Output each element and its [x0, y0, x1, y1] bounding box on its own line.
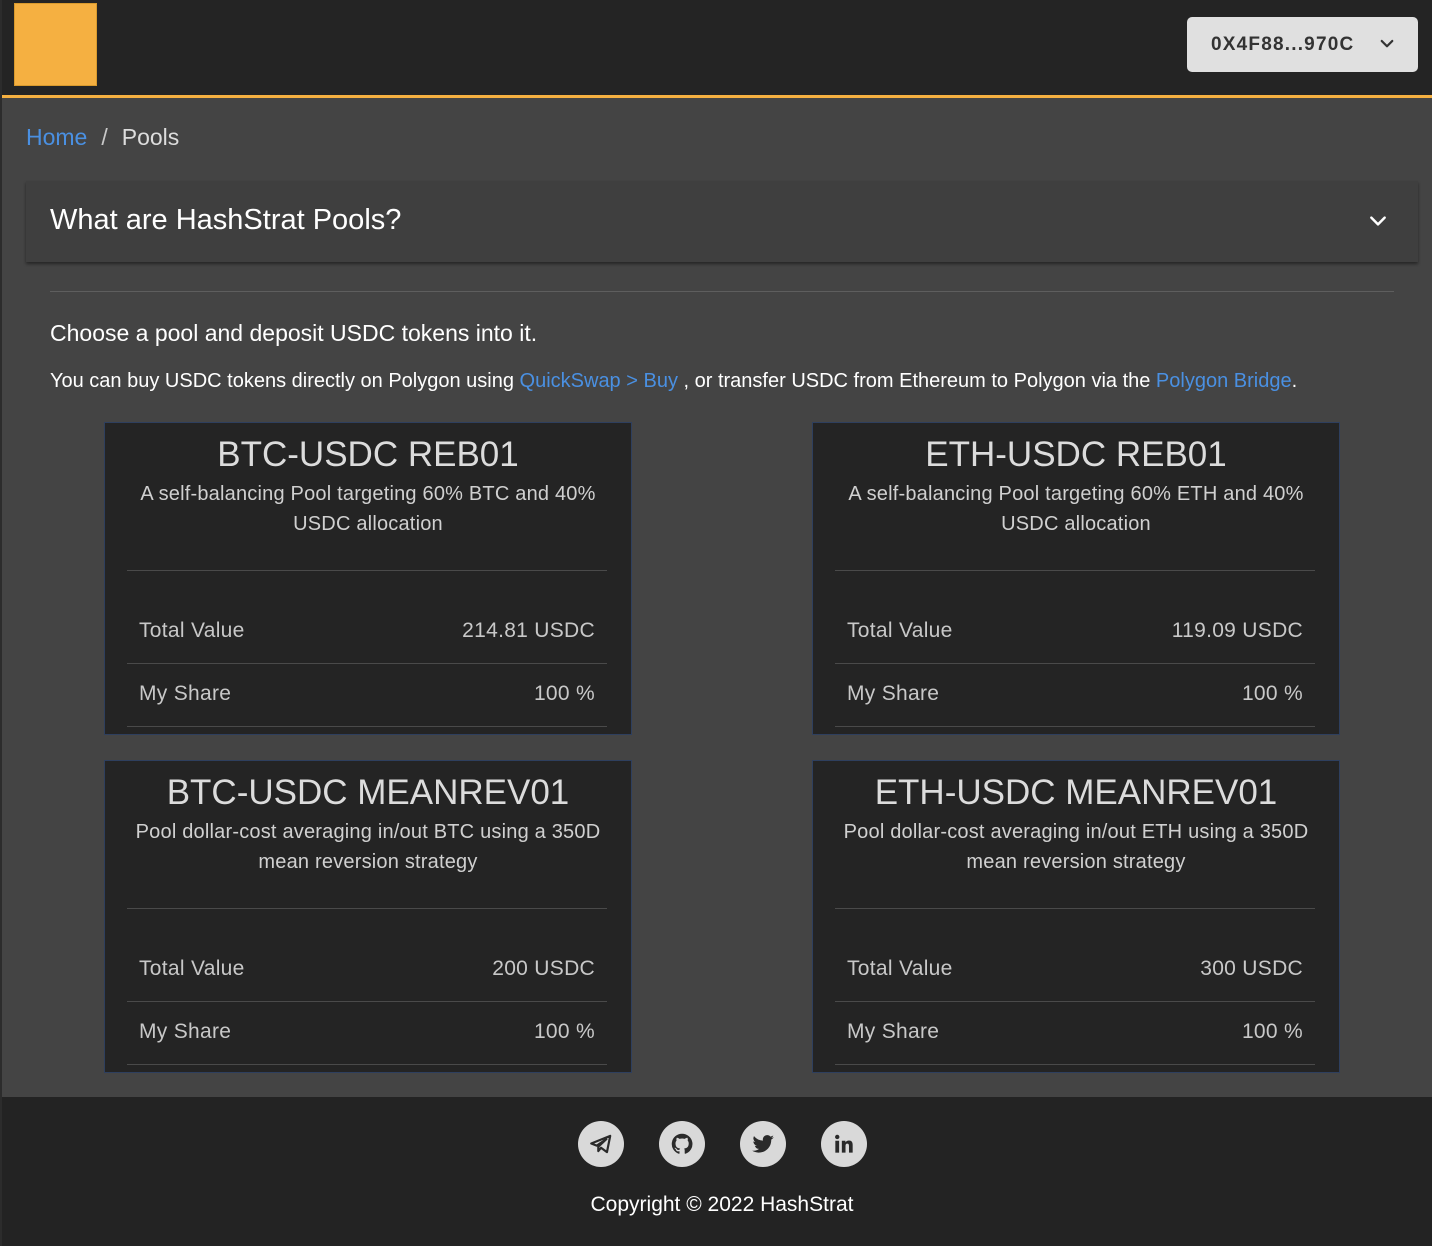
accordion-title: What are HashStrat Pools?	[50, 204, 402, 236]
pool-description: Pool dollar-cost averaging in/out BTC us…	[135, 821, 601, 873]
telegram-icon	[590, 1134, 612, 1154]
card-divider	[835, 908, 1315, 909]
logo[interactable]	[14, 3, 97, 86]
my-share-row: My Share 100 %	[847, 1020, 1303, 1044]
github-link[interactable]	[659, 1121, 705, 1167]
card-divider	[127, 1001, 607, 1002]
total-value: 214.81 USDC	[462, 619, 595, 642]
pools-info-accordion[interactable]: What are HashStrat Pools?	[26, 181, 1418, 262]
total-value-label: Total Value	[847, 957, 953, 980]
card-divider	[835, 726, 1315, 727]
pool-description: A self-balancing Pool targeting 60% BTC …	[140, 483, 596, 535]
pool-title: ETH-USDC MEANREV01	[874, 773, 1278, 812]
pool-description: Pool dollar-cost averaging in/out ETH us…	[843, 821, 1309, 873]
my-share-value: 100 %	[1241, 682, 1303, 705]
breadcrumb-home-link[interactable]: Home	[26, 124, 87, 151]
pool-card-btc-usdc-meanrev01[interactable]: BTC-USDC MEANREV01 Pool dollar-cost aver…	[104, 760, 632, 1073]
intro-text: Choose a pool and deposit USDC tokens in…	[50, 320, 538, 346]
total-value-row: Total Value 200 USDC	[139, 957, 595, 981]
breadcrumb-separator: /	[101, 124, 108, 150]
quickswap-link[interactable]: QuickSwap > Buy	[520, 370, 678, 392]
chevron-down-icon	[1370, 216, 1386, 226]
breadcrumb-current: Pools	[121, 124, 180, 150]
total-value-label: Total Value	[847, 619, 953, 642]
pool-title: ETH-USDC REB01	[925, 435, 1227, 474]
copyright-text: Copyright © 2022 HashStrat	[590, 1193, 854, 1216]
my-share-value: 100 %	[533, 1020, 595, 1043]
pool-card-btc-usdc-reb01[interactable]: BTC-USDC REB01 A self-balancing Pool tar…	[104, 422, 632, 735]
divider	[50, 291, 1394, 292]
card-divider	[127, 570, 607, 571]
polygon-bridge-link[interactable]: Polygon Bridge	[1156, 370, 1292, 392]
card-divider	[835, 570, 1315, 571]
my-share-row: My Share 100 %	[139, 1020, 595, 1044]
card-divider	[835, 1064, 1315, 1065]
my-share-label: My Share	[847, 1020, 940, 1043]
total-value: 200 USDC	[492, 957, 595, 980]
page: 0X4F88...970C Home / Pools What are Hash…	[0, 0, 1432, 1246]
pool-card-eth-usdc-reb01[interactable]: ETH-USDC REB01 A self-balancing Pool tar…	[812, 422, 1340, 735]
telegram-link[interactable]	[578, 1121, 624, 1167]
note-middle: , or transfer USDC from Ethereum to Poly…	[677, 370, 1156, 392]
header: 0X4F88...970C	[2, 0, 1432, 98]
total-value: 119.09 USDC	[1171, 619, 1303, 642]
twitter-icon	[752, 1135, 774, 1153]
card-divider	[127, 1064, 607, 1065]
my-share-row: My Share 100 %	[139, 682, 595, 706]
github-icon	[671, 1133, 693, 1154]
note-prefix: You can buy USDC tokens directly on Poly…	[50, 370, 520, 392]
linkedin-icon	[835, 1134, 853, 1153]
total-value-row: Total Value 214.81 USDC	[139, 619, 595, 643]
card-divider	[127, 908, 607, 909]
pool-title: BTC-USDC MEANREV01	[166, 773, 570, 812]
card-divider	[127, 726, 607, 727]
card-divider	[835, 663, 1315, 664]
card-divider	[127, 663, 607, 664]
pool-description: A self-balancing Pool targeting 60% ETH …	[848, 483, 1304, 535]
account-address: 0X4F88...970C	[1211, 33, 1355, 55]
breadcrumb: Home / Pools	[26, 124, 179, 151]
twitter-link[interactable]	[740, 1121, 786, 1167]
total-value-row: Total Value 119.09 USDC	[847, 619, 1303, 643]
my-share-value: 100 %	[1241, 1020, 1303, 1043]
total-value-label: Total Value	[139, 619, 245, 642]
my-share-label: My Share	[139, 682, 232, 705]
usdc-note: You can buy USDC tokens directly on Poly…	[50, 370, 1297, 393]
total-value: 300 USDC	[1200, 957, 1303, 980]
my-share-row: My Share 100 %	[847, 682, 1303, 706]
chevron-down-icon	[1380, 39, 1394, 48]
card-divider	[835, 1001, 1315, 1002]
footer: Copyright © 2022 HashStrat	[2, 1097, 1432, 1246]
total-value-label: Total Value	[139, 957, 245, 980]
linkedin-link[interactable]	[821, 1121, 867, 1167]
my-share-label: My Share	[847, 682, 940, 705]
account-button[interactable]: 0X4F88...970C	[1187, 17, 1418, 72]
note-suffix: .	[1291, 370, 1298, 392]
pool-title: BTC-USDC REB01	[217, 435, 519, 474]
my-share-label: My Share	[139, 1020, 232, 1043]
total-value-row: Total Value 300 USDC	[847, 957, 1303, 981]
pool-card-eth-usdc-meanrev01[interactable]: ETH-USDC MEANREV01 Pool dollar-cost aver…	[812, 760, 1340, 1073]
my-share-value: 100 %	[533, 682, 595, 705]
